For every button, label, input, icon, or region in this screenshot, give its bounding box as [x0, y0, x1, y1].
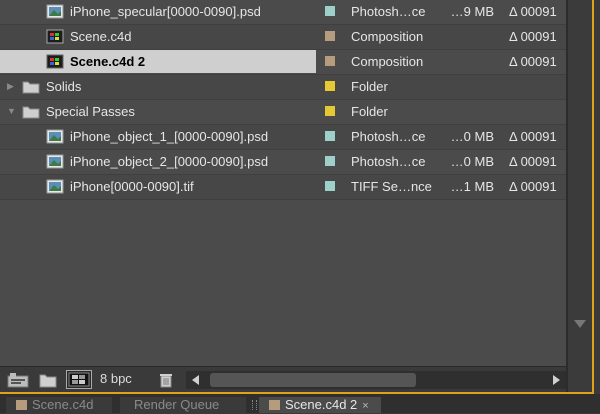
item-size: …1 MB [450, 179, 494, 194]
project-panel: iPhone_specular[0000-0090].psd Photosh…c… [0, 0, 594, 394]
item-name: Special Passes [46, 104, 135, 119]
label-color-chip[interactable] [325, 6, 335, 16]
item-date: Δ 00091 [509, 4, 557, 19]
item-name: iPhone_specular[0000-0090].psd [70, 4, 261, 19]
tab-grip-icon[interactable] [252, 400, 257, 410]
interpret-footage-icon[interactable] [7, 372, 29, 388]
tab-scene-c4d-2[interactable]: Scene.c4d 2 × [259, 397, 381, 413]
project-panel-footer: 8 bpc [0, 366, 566, 392]
item-type: Composition [351, 29, 424, 44]
list-item[interactable]: iPhone_object_2_[0000-0090].psd Photosh…… [0, 150, 566, 175]
project-bit-depth[interactable]: 8 bpc [100, 371, 132, 386]
item-name: iPhone[0000-0090].tif [70, 179, 194, 194]
item-name: iPhone_object_2_[0000-0090].psd [70, 154, 269, 169]
list-item[interactable]: iPhone_specular[0000-0090].psd Photosh…c… [0, 0, 566, 25]
tab-render-queue[interactable]: Render Queue [120, 397, 246, 413]
item-name: Solids [46, 79, 82, 94]
scroll-right-arrow-icon[interactable] [553, 375, 560, 385]
item-type: Photosh…ce [351, 129, 426, 144]
image-footage-icon [46, 179, 64, 194]
tab-scene-c4d[interactable]: Scene.c4d [6, 397, 112, 413]
list-item[interactable]: iPhone_object_1_[0000-0090].psd Photosh…… [0, 125, 566, 150]
tab-label: Scene.c4d 2 [285, 397, 358, 412]
label-color-chip[interactable] [325, 81, 335, 91]
item-size: …9 MB [450, 4, 494, 19]
close-icon[interactable]: × [362, 400, 368, 412]
item-type: Folder [351, 104, 388, 119]
item-date: Δ 00091 [509, 154, 557, 169]
item-size: …0 MB [450, 129, 494, 144]
item-date: Δ 00091 [509, 54, 557, 69]
list-item[interactable]: ▼ Special Passes Folder [0, 100, 566, 125]
name-cell: iPhone_object_2_[0000-0090].psd [0, 150, 316, 173]
name-cell: Scene.c4d [0, 25, 316, 48]
image-footage-icon [46, 129, 64, 144]
item-name: Scene.c4d [70, 29, 132, 44]
name-cell: iPhone[0000-0090].tif [0, 175, 316, 198]
item-type: TIFF Se…nce [351, 179, 432, 194]
new-folder-icon[interactable] [39, 372, 57, 388]
folder-icon [22, 81, 40, 94]
tab-label: Render Queue [134, 397, 220, 412]
composition-icon [46, 54, 64, 69]
label-color-chip[interactable] [325, 156, 335, 166]
disclosure-triangle-collapsed-icon[interactable]: ▶ [7, 75, 17, 98]
name-cell: iPhone_specular[0000-0090].psd [0, 0, 316, 23]
disclosure-triangle-expanded-icon[interactable]: ▼ [7, 100, 17, 123]
label-color-chip[interactable] [325, 181, 335, 191]
item-type: Photosh…ce [351, 154, 426, 169]
scroll-left-arrow-icon[interactable] [192, 375, 199, 385]
composition-label-chip [269, 400, 280, 410]
item-type: Folder [351, 79, 388, 94]
composition-label-chip [16, 400, 27, 410]
tab-label: Scene.c4d [32, 397, 94, 412]
viewer-tab-bar: Scene.c4d Render Queue Scene.c4d 2 × [0, 394, 600, 413]
name-cell: ▶ Solids [0, 75, 316, 98]
list-item[interactable]: iPhone[0000-0090].tif TIFF Se…nce …1 MB … [0, 175, 566, 200]
item-type: Photosh…ce [351, 4, 426, 19]
label-color-chip[interactable] [325, 106, 335, 116]
item-name: iPhone_object_1_[0000-0090].psd [70, 129, 269, 144]
list-item[interactable]: Scene.c4d Composition Δ 00091 [0, 25, 566, 50]
horizontal-scrollbar[interactable] [186, 371, 566, 389]
name-cell: Scene.c4d 2 [0, 50, 316, 73]
image-footage-icon [46, 154, 64, 169]
item-date: Δ 00091 [509, 179, 557, 194]
label-color-chip[interactable] [325, 131, 335, 141]
new-composition-icon[interactable] [66, 370, 92, 389]
item-date: Δ 00091 [509, 29, 557, 44]
item-date: Δ 00091 [509, 129, 557, 144]
item-size: …0 MB [450, 154, 494, 169]
project-item-list: iPhone_specular[0000-0090].psd Photosh…c… [0, 0, 566, 200]
vertical-scrollbar[interactable] [568, 0, 592, 392]
list-item[interactable]: ▶ Solids Folder [0, 75, 566, 100]
item-type: Composition [351, 54, 424, 69]
label-color-chip[interactable] [325, 31, 335, 41]
name-cell: ▼ Special Passes [0, 100, 316, 123]
folder-icon [22, 106, 40, 119]
label-color-chip[interactable] [325, 56, 335, 66]
scroll-down-arrow-icon[interactable] [574, 320, 586, 328]
name-cell: iPhone_object_1_[0000-0090].psd [0, 125, 316, 148]
item-name: Scene.c4d 2 [70, 54, 146, 69]
scrollbar-thumb[interactable] [210, 373, 416, 387]
image-footage-icon [46, 4, 64, 19]
trash-icon[interactable] [158, 372, 174, 388]
list-item[interactable]: Scene.c4d 2 Composition Δ 00091 [0, 50, 566, 75]
composition-icon [46, 29, 64, 44]
